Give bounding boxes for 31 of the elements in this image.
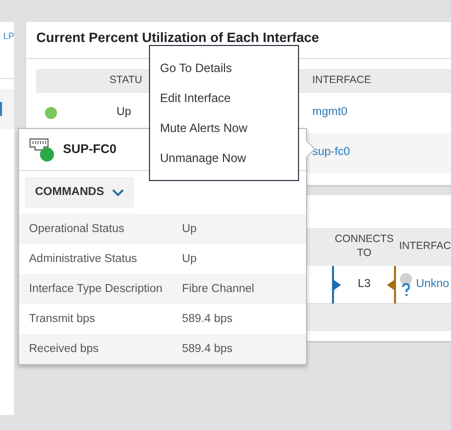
property-value: Up (182, 252, 197, 267)
port-icon (29, 138, 55, 162)
unknown-status-icon (399, 272, 414, 296)
selection-marker (0, 102, 2, 116)
status-text: Up (116, 104, 132, 120)
chevron-down-icon (112, 188, 124, 197)
popover-title: SUP-FC0 (63, 141, 116, 158)
property-label: Administrative Status (28, 252, 138, 267)
menu-item[interactable]: Mute Alerts Now (150, 113, 298, 143)
interface-link[interactable]: Unkno (416, 276, 450, 294)
column-header: STATU (66, 68, 144, 92)
property-label: Interface Type Description (28, 282, 164, 297)
column-header: CONNECTS TO (332, 228, 396, 266)
menu-item[interactable]: Edit Interface (150, 83, 298, 113)
connects-to-text: L3 (358, 276, 371, 292)
property-value: Up (182, 222, 197, 237)
property-value: 589.4 bps (182, 342, 233, 357)
property-value: Fibre Channel (182, 282, 254, 297)
list-item[interactable] (0, 88, 14, 128)
panel-link[interactable]: LP (3, 30, 14, 44)
property-label: Transmit bps (28, 312, 96, 327)
commands-button[interactable]: COMMANDS (25, 177, 134, 208)
column-header: INTERFAC (396, 228, 451, 266)
menu-item[interactable]: Unmanage Now (150, 143, 298, 173)
property-label: Operational Status (28, 222, 126, 237)
column-header: INTERFACE (306, 68, 451, 92)
property-value: 589.4 bps (182, 312, 233, 327)
property-label: Received bps (28, 342, 100, 357)
flag-icon (334, 280, 342, 290)
interface-link[interactable]: sup-fc0 (312, 144, 350, 162)
interface-link[interactable]: mgmt0 (312, 104, 348, 122)
